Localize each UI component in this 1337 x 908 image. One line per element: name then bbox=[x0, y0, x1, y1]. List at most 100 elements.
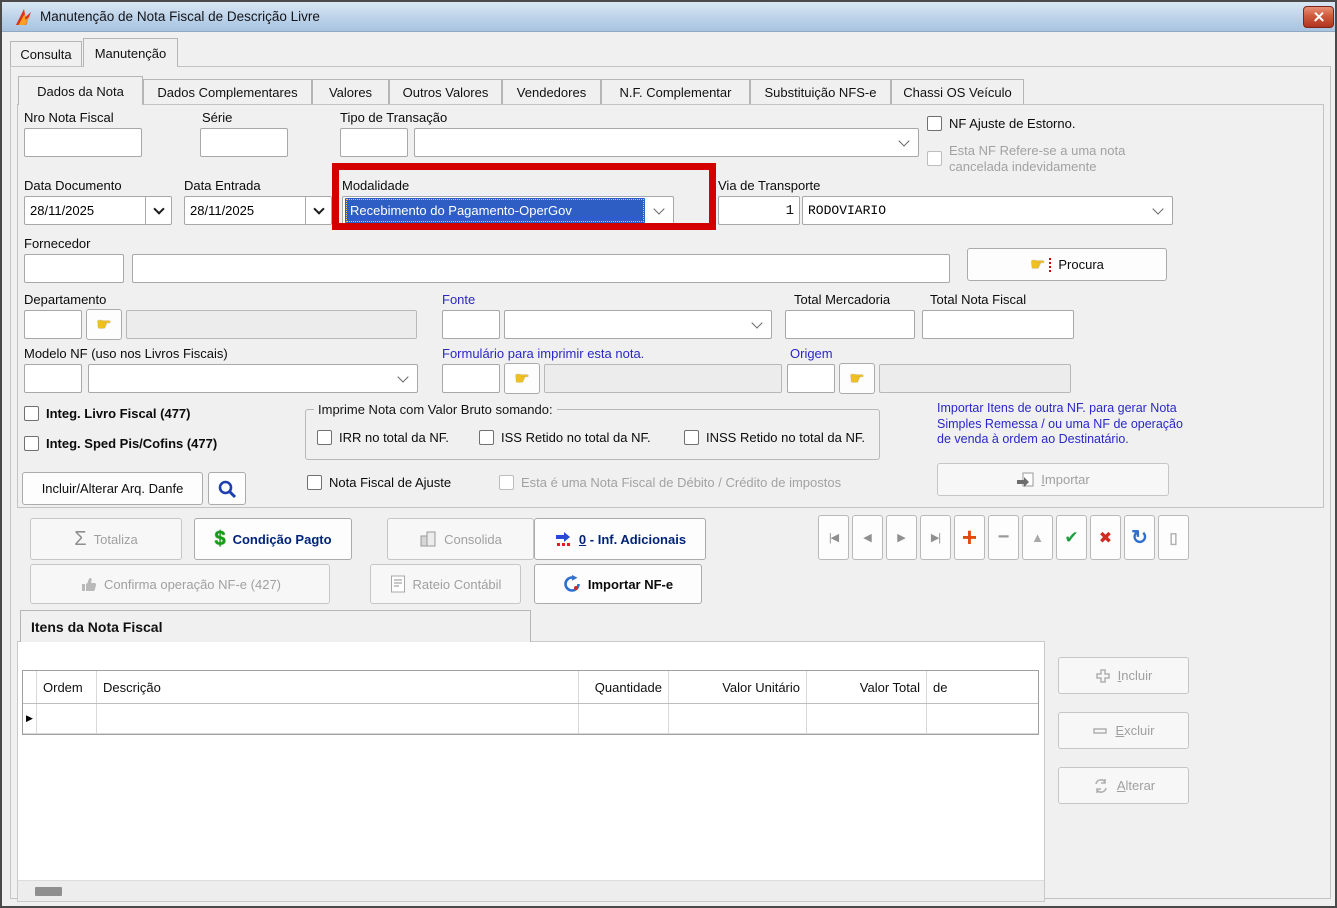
tab-outros-valores[interactable]: Outros Valores bbox=[389, 79, 502, 105]
chevron-down-icon[interactable] bbox=[1144, 197, 1172, 224]
imprime-group-title: Imprime Nota com Valor Bruto somando: bbox=[318, 402, 553, 417]
consolida-buildings-icon bbox=[420, 531, 436, 547]
fornecedor-name-input[interactable] bbox=[132, 254, 950, 283]
checkbox-box[interactable] bbox=[24, 436, 39, 451]
inf-adicionais-button[interactable]: 0 - Inf. Adicionais bbox=[534, 518, 706, 560]
checkbox-box[interactable] bbox=[479, 430, 494, 445]
nav-insert-button[interactable]: + bbox=[954, 515, 985, 560]
nro-nota-fiscal-label: Nro Nota Fiscal bbox=[24, 110, 114, 125]
nav-prior-button: ◀ bbox=[852, 515, 883, 560]
tab-chassi-os-veiculo[interactable]: Chassi OS Veículo bbox=[891, 79, 1024, 105]
fonte-combo[interactable] bbox=[504, 310, 772, 339]
incluir-alterar-danfe-button[interactable]: Incluir/Alterar Arq. Danfe bbox=[22, 472, 203, 505]
confirm-check-icon: ✔ bbox=[1064, 527, 1079, 547]
importar-nfe-icon bbox=[564, 575, 580, 592]
import-hand-page-icon bbox=[1017, 472, 1034, 487]
fornecedor-code-input[interactable] bbox=[24, 254, 124, 283]
excluir-button: Excluir bbox=[1058, 712, 1189, 749]
refresh-cycle-icon bbox=[1095, 778, 1107, 793]
nav-post-button[interactable]: ✔ bbox=[1056, 515, 1087, 560]
checkbox-box[interactable] bbox=[317, 430, 332, 445]
condicao-pagto-button[interactable]: $ Condição Pagto bbox=[194, 518, 352, 560]
nav-last-button: ▶| bbox=[920, 515, 951, 560]
data-documento-picker[interactable]: 28/11/2025 bbox=[24, 196, 172, 225]
formulario-lookup-button[interactable]: ☛ bbox=[504, 363, 540, 394]
chevron-down-icon[interactable] bbox=[890, 129, 918, 156]
col-valor-unitario[interactable]: Valor Unitário bbox=[669, 671, 807, 703]
nav-first-button: |◀ bbox=[818, 515, 849, 560]
tab-dados-da-nota[interactable]: Dados da Nota bbox=[18, 76, 143, 105]
chevron-down-icon[interactable] bbox=[389, 365, 417, 392]
horizontal-scrollbar[interactable] bbox=[18, 880, 1044, 901]
nota-fiscal-ajuste-checkbox[interactable]: Nota Fiscal de Ajuste bbox=[307, 475, 451, 491]
irr-checkbox[interactable]: IRR no total da NF. bbox=[317, 430, 449, 446]
delete-record-icon: − bbox=[997, 526, 1010, 548]
close-icon[interactable] bbox=[1303, 6, 1334, 28]
nav-refresh-button[interactable]: ↻ bbox=[1124, 515, 1155, 560]
integ-sped-checkbox[interactable]: Integ. Sped Pis/Cofins (477) bbox=[24, 436, 217, 452]
sigma-icon: Σ bbox=[74, 527, 87, 550]
chevron-down-icon[interactable] bbox=[645, 197, 673, 224]
total-nota-fiscal-input[interactable] bbox=[922, 310, 1074, 339]
tab-consulta[interactable]: Consulta bbox=[10, 41, 82, 66]
nav-edit-button: ▲ bbox=[1022, 515, 1053, 560]
col-quantidade[interactable]: Quantidade bbox=[579, 671, 669, 703]
tab-dados-complementares[interactable]: Dados Complementares bbox=[143, 79, 312, 105]
grid-row-empty[interactable]: ▶ bbox=[23, 704, 1038, 734]
pointing-hand-icon: ☛ bbox=[96, 315, 112, 334]
integ-livro-fiscal-checkbox[interactable]: Integ. Livro Fiscal (477) bbox=[24, 406, 191, 422]
checkbox-box[interactable] bbox=[307, 475, 322, 490]
col-de[interactable]: de bbox=[927, 671, 1038, 703]
nro-nota-fiscal-input[interactable] bbox=[24, 128, 142, 157]
tipo-transacao-combo[interactable] bbox=[414, 128, 919, 157]
nf-ajuste-estorno-checkbox[interactable]: NF Ajuste de Estorno. bbox=[927, 116, 1075, 132]
serie-input[interactable] bbox=[200, 128, 288, 157]
data-entrada-picker[interactable]: 28/11/2025 bbox=[184, 196, 332, 225]
origem-code-input[interactable] bbox=[787, 364, 835, 393]
fonte-code-input[interactable] bbox=[442, 310, 500, 339]
chevron-down-icon[interactable] bbox=[145, 197, 171, 224]
first-record-icon: |◀ bbox=[828, 532, 839, 544]
tab-valores[interactable]: Valores bbox=[312, 79, 389, 105]
confirma-operacao-nfe-button: Confirma operação NF-e (427) bbox=[30, 564, 330, 604]
chevron-down-icon[interactable] bbox=[305, 197, 331, 224]
tab-manutencao[interactable]: Manutenção bbox=[83, 38, 178, 67]
tab-nf-complementar[interactable]: N.F. Complementar bbox=[601, 79, 750, 105]
formulario-code-input[interactable] bbox=[442, 364, 500, 393]
modelo-nf-combo[interactable] bbox=[88, 364, 418, 393]
pointing-hand-icon: ☛ bbox=[849, 369, 865, 388]
fornecedor-label: Fornecedor bbox=[24, 236, 91, 251]
consolida-button: Consolida bbox=[387, 518, 534, 560]
procura-button[interactable]: ☛ Procura bbox=[967, 248, 1167, 281]
tab-vendedores[interactable]: Vendedores bbox=[502, 79, 601, 105]
tipo-transacao-label: Tipo de Transação bbox=[340, 110, 448, 125]
col-valor-total[interactable]: Valor Total bbox=[807, 671, 927, 703]
tab-itens-da-nota-fiscal[interactable]: Itens da Nota Fiscal bbox=[20, 610, 531, 642]
col-descricao[interactable]: Descrição bbox=[97, 671, 579, 703]
plus-icon bbox=[1095, 668, 1110, 683]
scrollbar-thumb[interactable] bbox=[35, 887, 62, 896]
dotted-divider-icon bbox=[1049, 257, 1052, 272]
origem-lookup-button[interactable]: ☛ bbox=[839, 363, 875, 394]
col-ordem[interactable]: Ordem bbox=[37, 671, 97, 703]
via-transporte-code[interactable]: 1 bbox=[718, 196, 800, 225]
grid-indicator-header bbox=[23, 671, 37, 703]
danfe-search-button[interactable] bbox=[208, 472, 246, 505]
total-mercadoria-input[interactable] bbox=[785, 310, 915, 339]
modalidade-combo[interactable]: Recebimento do Pagamento-OperGov bbox=[342, 196, 674, 225]
tipo-transacao-code-input[interactable] bbox=[340, 128, 408, 157]
nav-cancel-button[interactable]: ✖ bbox=[1090, 515, 1121, 560]
iss-retido-checkbox[interactable]: ISS Retido no total da NF. bbox=[479, 430, 651, 446]
via-transporte-combo[interactable]: RODOVIARIO bbox=[802, 196, 1173, 225]
departamento-code-input[interactable] bbox=[24, 310, 82, 339]
nav-delete-button: − bbox=[988, 515, 1019, 560]
checkbox-box[interactable] bbox=[24, 406, 39, 421]
inss-retido-checkbox[interactable]: INSS Retido no total da NF. bbox=[684, 430, 865, 446]
chevron-down-icon[interactable] bbox=[743, 311, 771, 338]
departamento-lookup-button[interactable]: ☛ bbox=[86, 309, 122, 340]
checkbox-box[interactable] bbox=[927, 116, 942, 131]
tab-substituicao-nfse[interactable]: Substituição NFS-e bbox=[750, 79, 891, 105]
modelo-nf-code-input[interactable] bbox=[24, 364, 82, 393]
importar-nfe-button[interactable]: Importar NF-e bbox=[534, 564, 702, 604]
checkbox-box[interactable] bbox=[684, 430, 699, 445]
